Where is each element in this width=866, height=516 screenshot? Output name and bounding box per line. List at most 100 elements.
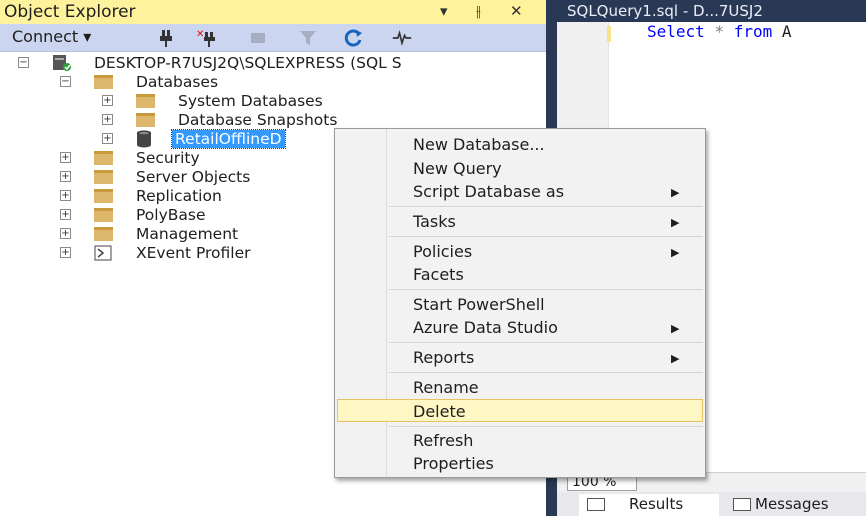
tree-label-databases: Databases — [136, 72, 219, 91]
object-explorer-toolbar: Connect ▾ ✕ — [0, 24, 546, 52]
refresh-icon[interactable] — [344, 28, 364, 48]
svg-text:✕: ✕ — [196, 29, 204, 40]
expand-icon[interactable]: + — [60, 247, 71, 258]
window-position-icon[interactable]: ▾ — [440, 2, 448, 20]
collapse-icon[interactable]: − — [18, 57, 29, 68]
expand-icon[interactable]: + — [102, 133, 113, 144]
menu-separator — [389, 236, 703, 237]
folder-icon — [136, 113, 155, 127]
expand-icon[interactable]: + — [60, 190, 71, 201]
tree-node-databases[interactable]: − Databases — [0, 72, 546, 91]
submenu-arrow-icon: ▶ — [671, 216, 680, 229]
tab-results-label: Results — [629, 495, 684, 513]
menu-label: Rename — [413, 378, 479, 397]
submenu-arrow-icon: ▶ — [671, 186, 680, 199]
menu-item-start-powershell[interactable]: Start PowerShell — [337, 293, 703, 316]
menu-label: New Database... — [413, 135, 545, 154]
keyword-from: from — [733, 22, 773, 41]
tab-messages[interactable]: Messages — [725, 494, 866, 516]
menu-item-reports[interactable]: Reports ▶ — [337, 346, 703, 369]
tree-label-system-databases: System Databases — [178, 91, 323, 110]
menu-separator — [389, 289, 703, 290]
stop-icon[interactable] — [248, 28, 268, 48]
menu-item-rename[interactable]: Rename — [337, 376, 703, 399]
menu-item-tasks[interactable]: Tasks ▶ — [337, 210, 703, 233]
expand-icon[interactable]: + — [60, 228, 71, 239]
tree-node-server[interactable]: − DESKTOP-R7USJ2Q\SQLEXPRESS (SQL S — [0, 53, 546, 72]
close-icon[interactable]: ✕ — [510, 2, 523, 20]
menu-label: Properties — [413, 454, 494, 473]
tree-label-xevent-profiler: XEvent Profiler — [136, 243, 251, 262]
folder-icon — [94, 227, 113, 241]
folder-icon — [94, 189, 113, 203]
menu-item-new-query[interactable]: New Query — [337, 157, 703, 180]
tree-label-management: Management — [136, 224, 239, 243]
menu-separator — [389, 372, 703, 373]
menu-label: Delete — [413, 402, 466, 421]
menu-item-azure-data-studio[interactable]: Azure Data Studio ▶ — [337, 316, 703, 339]
object-explorer-titlebar: Object Explorer ▾ ⫲ ✕ — [0, 0, 546, 24]
expand-icon[interactable]: + — [102, 95, 113, 106]
tab-results[interactable]: Results — [579, 494, 719, 516]
tree-label-server-objects: Server Objects — [136, 167, 251, 186]
menu-label: Facets — [413, 265, 464, 284]
editor-line-1: Select * from A — [647, 22, 792, 41]
menu-separator — [389, 426, 703, 427]
menu-label: Reports — [413, 348, 475, 367]
object-explorer-title: Object Explorer — [4, 2, 136, 22]
filter-icon[interactable] — [298, 28, 318, 48]
tree-node-system-databases[interactable]: + System Databases — [0, 91, 546, 110]
menu-label: Azure Data Studio — [413, 318, 558, 337]
menu-label: Start PowerShell — [413, 295, 545, 314]
menu-item-facets[interactable]: Facets — [337, 263, 703, 286]
connect-plug-icon[interactable] — [156, 28, 176, 48]
expand-icon[interactable]: + — [102, 114, 113, 125]
tree-label-replication: Replication — [136, 186, 222, 205]
keyword-select: Select — [647, 22, 705, 41]
submenu-arrow-icon: ▶ — [671, 322, 680, 335]
submenu-arrow-icon: ▶ — [671, 246, 680, 259]
menu-separator — [389, 206, 703, 207]
folder-icon — [94, 151, 113, 165]
table-token: A — [781, 22, 792, 41]
tab-messages-label: Messages — [755, 495, 829, 513]
change-marker — [607, 26, 611, 42]
expand-icon[interactable]: + — [60, 152, 71, 163]
menu-item-properties[interactable]: Properties — [337, 452, 703, 475]
messages-icon — [733, 498, 751, 511]
menu-item-refresh[interactable]: Refresh — [337, 429, 703, 452]
folder-icon — [94, 75, 113, 89]
connect-button[interactable]: Connect ▾ — [12, 27, 91, 46]
tree-label-retail-db: RetailOfflineD — [171, 128, 286, 149]
editor-tab[interactable]: SQLQuery1.sql - D...7USJ2 — [557, 0, 866, 22]
collapse-icon[interactable]: − — [60, 76, 71, 87]
server-icon — [53, 55, 71, 71]
submenu-arrow-icon: ▶ — [671, 352, 680, 365]
star-token: * — [714, 22, 725, 41]
activity-monitor-icon[interactable] — [392, 28, 412, 48]
menu-label: Policies — [413, 242, 473, 261]
expand-icon[interactable]: + — [60, 209, 71, 220]
menu-separator — [389, 342, 703, 343]
context-menu: New Database... New Query Script Databas… — [334, 128, 706, 478]
database-icon — [137, 130, 151, 148]
xevent-profiler-icon — [94, 245, 112, 261]
menu-label: Tasks — [413, 212, 456, 231]
menu-item-script-database-as[interactable]: Script Database as ▶ — [337, 180, 703, 203]
menu-item-new-database[interactable]: New Database... — [337, 133, 703, 156]
folder-icon — [136, 94, 155, 108]
results-tab-bar: Results Messages — [557, 492, 866, 516]
pin-icon[interactable]: ⫲ — [476, 2, 481, 20]
menu-item-delete[interactable]: Delete — [337, 399, 703, 422]
disconnect-icon[interactable]: ✕ — [196, 28, 216, 48]
tree-label-polybase: PolyBase — [136, 205, 206, 224]
menu-item-policies[interactable]: Policies ▶ — [337, 240, 703, 263]
expand-icon[interactable]: + — [60, 171, 71, 182]
tree-label-security: Security — [136, 148, 200, 167]
folder-icon — [94, 170, 113, 184]
editor-tab-title: SQLQuery1.sql - D...7USJ2 — [567, 2, 763, 20]
folder-icon — [94, 208, 113, 222]
tree-node-database-snapshots[interactable]: + Database Snapshots — [0, 110, 546, 129]
menu-label: Script Database as — [413, 182, 565, 201]
menu-label: Refresh — [413, 431, 474, 450]
